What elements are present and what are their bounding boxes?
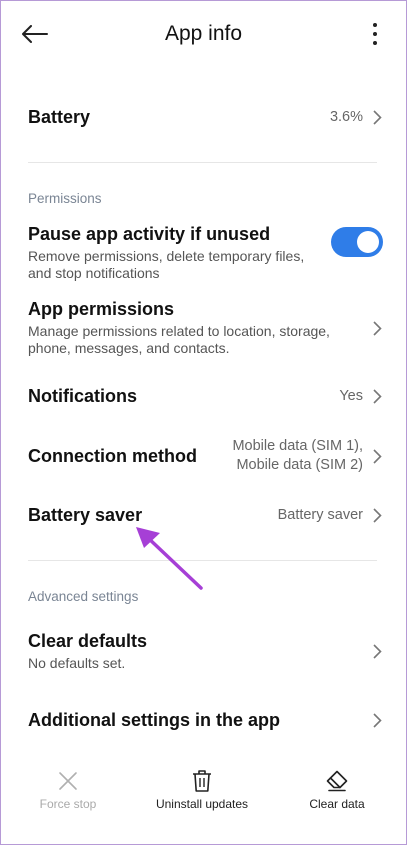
battery-saver-value: Battery saver [277,506,363,523]
additional-settings-row[interactable]: Additional settings in the app [28,707,383,733]
battery-row[interactable]: Battery 3.6% [28,104,383,130]
force-stop-label: Force stop [39,797,97,811]
chevron-right-icon [373,109,383,125]
uninstall-updates-button[interactable]: Uninstall updates [147,768,257,811]
clear-defaults-row[interactable]: Clear defaults No defaults set. [28,631,383,672]
battery-label: Battery [28,106,91,127]
pause-app-activity-desc: Remove permissions, delete temporary fil… [28,248,305,281]
connection-method-row[interactable]: Connection method Mobile data (SIM 1), M… [28,436,383,476]
more-dot-icon [373,41,377,45]
more-dot-icon [373,23,377,27]
connection-method-label: Connection method [28,445,197,466]
battery-saver-row[interactable]: Battery saver Battery saver [28,502,383,528]
more-dot-icon [373,32,377,36]
connection-value-line1: Mobile data (SIM 1), [232,438,363,454]
notifications-value: Yes [339,387,363,404]
notifications-row[interactable]: Notifications Yes [28,383,383,409]
trash-icon [192,768,212,794]
pause-app-activity-row[interactable]: Pause app activity if unused Remove perm… [28,224,383,282]
uninstall-updates-label: Uninstall updates [155,797,249,811]
divider [28,560,377,561]
connection-value-line2: Mobile data (SIM 2) [236,457,363,473]
page-title: App info [164,22,243,45]
chevron-right-icon [373,644,383,660]
eraser-icon [326,768,348,794]
chevron-right-icon [373,448,383,464]
clear-defaults-desc: No defaults set. [28,655,126,671]
clear-data-label: Clear data [309,797,365,811]
divider [28,162,377,163]
clear-data-button[interactable]: Clear data [282,768,392,811]
pause-app-activity-toggle[interactable] [331,227,383,257]
additional-settings-label: Additional settings in the app [28,709,280,730]
toggle-knob [357,231,379,253]
connection-method-value: Mobile data (SIM 1), Mobile data (SIM 2) [232,437,363,475]
chevron-right-icon [373,712,383,728]
clear-defaults-label: Clear defaults [28,631,148,651]
more-options-button[interactable] [367,18,383,50]
chevron-right-icon [373,388,383,404]
permissions-section-label: Permissions [28,191,102,206]
force-stop-button[interactable]: Force stop [13,768,123,811]
close-icon [58,768,78,794]
chevron-right-icon [373,507,383,523]
app-bar: App info [0,0,407,68]
advanced-settings-section-label: Advanced settings [28,589,139,604]
bottom-action-bar: Force stop Uninstall updates Clear data [0,768,407,818]
notifications-label: Notifications [28,385,138,406]
app-permissions-label: App permissions [28,299,175,319]
battery-saver-label: Battery saver [28,504,143,525]
battery-value: 3.6% [329,108,363,125]
app-permissions-row[interactable]: App permissions Manage permissions relat… [28,299,383,357]
pause-app-activity-label: Pause app activity if unused [28,224,271,244]
app-permissions-desc: Manage permissions related to location, … [28,323,330,356]
chevron-right-icon [373,320,383,336]
